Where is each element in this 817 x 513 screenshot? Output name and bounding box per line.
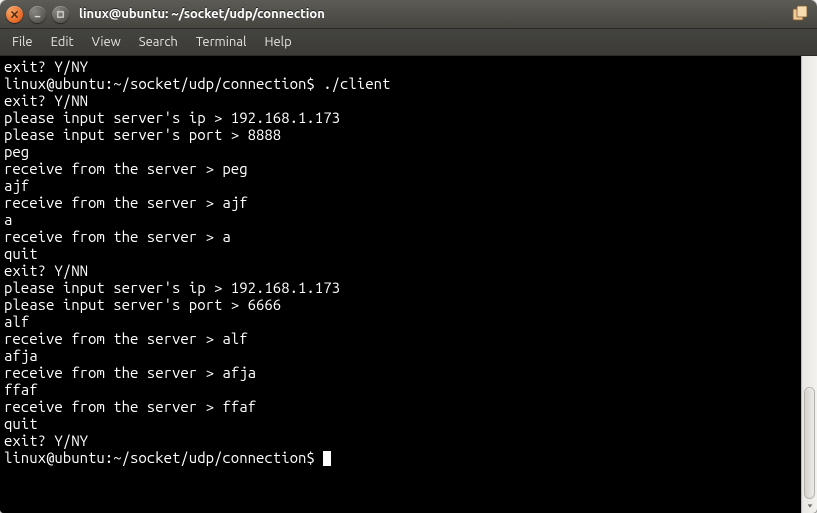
terminal-line: receive from the server > afja	[4, 364, 797, 381]
terminal-line: please input server's port > 8888	[4, 126, 797, 143]
window-title: linux@ubuntu: ~/socket/udp/connection	[79, 7, 325, 21]
close-icon	[10, 10, 19, 19]
terminal-line: ffaf	[4, 381, 797, 398]
terminal-area: exit? Y/NYlinux@ubuntu:~/socket/udp/conn…	[0, 56, 817, 513]
terminal-line: linux@ubuntu:~/socket/udp/connection$	[4, 449, 797, 466]
terminal-window: linux@ubuntu: ~/socket/udp/connection Fi…	[0, 0, 817, 513]
terminal-line: please input server's ip > 192.168.1.173	[4, 279, 797, 296]
terminal-line: quit	[4, 245, 797, 262]
maximize-button[interactable]	[52, 6, 69, 23]
titlebar[interactable]: linux@ubuntu: ~/socket/udp/connection	[0, 0, 817, 29]
terminal-line: exit? Y/NY	[4, 58, 797, 75]
terminal-line: ajf	[4, 177, 797, 194]
terminal-line: quit	[4, 415, 797, 432]
cursor	[323, 451, 331, 466]
menu-search[interactable]: Search	[131, 32, 186, 52]
terminal-line: a	[4, 211, 797, 228]
copy-icon[interactable]	[789, 4, 811, 24]
menu-view[interactable]: View	[84, 32, 129, 52]
scroll-down-button[interactable]	[802, 499, 817, 513]
menu-edit[interactable]: Edit	[43, 32, 82, 52]
terminal-line: afja	[4, 347, 797, 364]
titlebar-right	[789, 4, 811, 24]
terminal-line: exit? Y/NN	[4, 262, 797, 279]
scroll-thumb[interactable]	[804, 387, 815, 499]
menu-help[interactable]: Help	[256, 32, 299, 52]
menu-terminal[interactable]: Terminal	[188, 32, 255, 52]
minimize-icon	[33, 10, 42, 19]
terminal-line: exit? Y/NN	[4, 92, 797, 109]
terminal-line: alf	[4, 313, 797, 330]
terminal-line: please input server's ip > 192.168.1.173	[4, 109, 797, 126]
terminal-line: peg	[4, 143, 797, 160]
menubar: File Edit View Search Terminal Help	[0, 29, 817, 56]
terminal-line: receive from the server > peg	[4, 160, 797, 177]
chevron-down-icon	[806, 502, 814, 510]
window-buttons	[6, 6, 69, 23]
maximize-icon	[56, 10, 65, 19]
scrollbar[interactable]	[801, 56, 817, 513]
terminal-line: receive from the server > alf	[4, 330, 797, 347]
close-button[interactable]	[6, 6, 23, 23]
terminal-line: receive from the server > ffaf	[4, 398, 797, 415]
terminal-line: linux@ubuntu:~/socket/udp/connection$ ./…	[4, 75, 797, 92]
terminal-line: receive from the server > ajf	[4, 194, 797, 211]
terminal-line: receive from the server > a	[4, 228, 797, 245]
menu-file[interactable]: File	[4, 32, 41, 52]
terminal-line: exit? Y/NY	[4, 432, 797, 449]
terminal-output[interactable]: exit? Y/NYlinux@ubuntu:~/socket/udp/conn…	[0, 56, 801, 513]
terminal-line: please input server's port > 6666	[4, 296, 797, 313]
minimize-button[interactable]	[29, 6, 46, 23]
